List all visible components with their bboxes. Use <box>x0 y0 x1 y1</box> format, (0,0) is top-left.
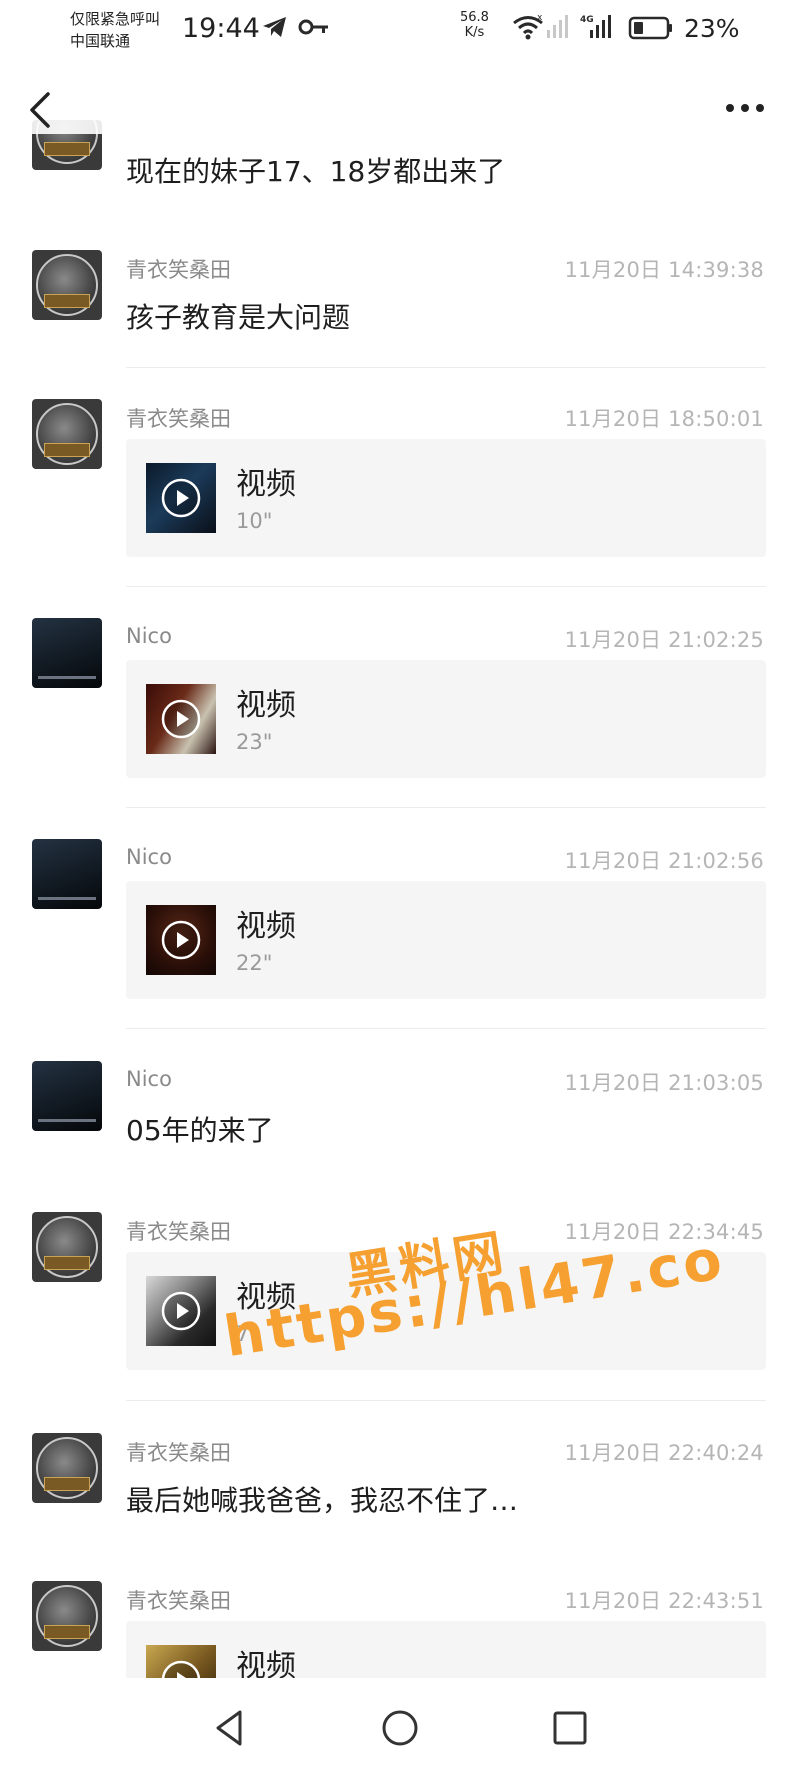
list-item[interactable]: 青衣笑桑田 11月20日 22:40:24 最后她喊我爸爸，我忍不住了… <box>0 1427 800 1547</box>
top-bar <box>0 72 800 134</box>
message-time: 11月20日 14:39:38 <box>564 258 764 282</box>
video-duration: 10" <box>236 509 273 533</box>
video-card[interactable]: 视频 7" <box>126 1252 766 1370</box>
list-item[interactable]: 青衣笑桑田 11月20日 14:39:38 孩子教育是大问题 <box>0 244 800 364</box>
sender-name: Nico <box>126 1067 172 1091</box>
list-item[interactable]: 青衣笑桑田 11月20日 22:34:45 视频 7" <box>0 1206 800 1386</box>
avatar[interactable] <box>32 1433 102 1503</box>
message-text: 05年的来了 <box>126 1114 274 1147</box>
message-text: 孩子教育是大问题 <box>126 301 351 334</box>
video-label: 视频 <box>236 688 296 723</box>
video-card[interactable]: 视频 22" <box>126 881 766 999</box>
chat-history-list[interactable]: 现在的妹子17、18岁都出来了 青衣笑桑田 11月20日 14:39:38 孩子… <box>0 0 800 1777</box>
video-card[interactable]: 视频 23" <box>126 660 766 778</box>
avatar[interactable] <box>32 1212 102 1282</box>
list-item[interactable]: 青衣笑桑田 11月20日 22:43:51 视频 <box>0 1575 800 1739</box>
play-icon <box>161 920 201 960</box>
sender-name: 青衣笑桑田 <box>126 1441 231 1465</box>
message-text: 现在的妹子17、18岁都出来了 <box>126 155 506 188</box>
video-thumbnail[interactable] <box>146 684 216 754</box>
divider <box>126 367 766 368</box>
video-thumbnail[interactable] <box>146 463 216 533</box>
sender-name: 青衣笑桑田 <box>126 258 231 282</box>
avatar[interactable] <box>32 399 102 469</box>
message-text: 最后她喊我爸爸，我忍不住了… <box>126 1484 519 1517</box>
divider <box>126 1028 766 1029</box>
list-item[interactable]: Nico 11月20日 21:03:05 05年的来了 <box>0 1057 800 1177</box>
nav-back-icon[interactable] <box>206 1704 254 1752</box>
play-icon <box>161 1291 201 1331</box>
message-time: 11月20日 22:40:24 <box>564 1441 764 1465</box>
avatar[interactable] <box>32 250 102 320</box>
message-time: 11月20日 21:03:05 <box>564 1071 764 1095</box>
message-time: 11月20日 21:02:56 <box>564 849 764 873</box>
list-item[interactable]: Nico 11月20日 21:02:25 视频 23" <box>0 614 800 794</box>
nav-home-icon[interactable] <box>376 1704 424 1752</box>
list-item[interactable]: Nico 11月20日 21:02:56 视频 22" <box>0 835 800 1015</box>
video-thumbnail[interactable] <box>146 905 216 975</box>
sender-name: 青衣笑桑田 <box>126 407 231 431</box>
divider <box>126 1400 766 1401</box>
video-label: 视频 <box>236 1280 296 1315</box>
more-horizontal-icon[interactable] <box>722 96 768 120</box>
sender-name: Nico <box>126 624 172 648</box>
video-duration: 23" <box>236 730 273 754</box>
divider <box>126 807 766 808</box>
sender-name: 青衣笑桑田 <box>126 1589 231 1613</box>
video-duration: 22" <box>236 951 273 975</box>
avatar[interactable] <box>32 839 102 909</box>
nav-recents-icon[interactable] <box>546 1704 594 1752</box>
message-time: 11月20日 18:50:01 <box>564 407 764 431</box>
system-nav-bar <box>0 1678 800 1777</box>
avatar[interactable] <box>32 1061 102 1131</box>
message-time: 11月20日 21:02:25 <box>564 628 764 652</box>
play-icon <box>161 699 201 739</box>
video-label: 视频 <box>236 467 296 502</box>
divider <box>126 586 766 587</box>
chevron-left-icon[interactable] <box>22 88 62 132</box>
video-thumbnail[interactable] <box>146 1276 216 1346</box>
message-time: 11月20日 22:43:51 <box>564 1589 764 1613</box>
video-label: 视频 <box>236 909 296 944</box>
sender-name: 青衣笑桑田 <box>126 1220 231 1244</box>
avatar[interactable] <box>32 618 102 688</box>
video-duration: 7" <box>236 1322 260 1346</box>
avatar[interactable] <box>32 1581 102 1651</box>
play-icon <box>161 478 201 518</box>
sender-name: Nico <box>126 845 172 869</box>
video-card[interactable]: 视频 10" <box>126 439 766 557</box>
message-time: 11月20日 22:34:45 <box>564 1220 764 1244</box>
list-item[interactable]: 青衣笑桑田 11月20日 18:50:01 视频 10" <box>0 393 800 573</box>
